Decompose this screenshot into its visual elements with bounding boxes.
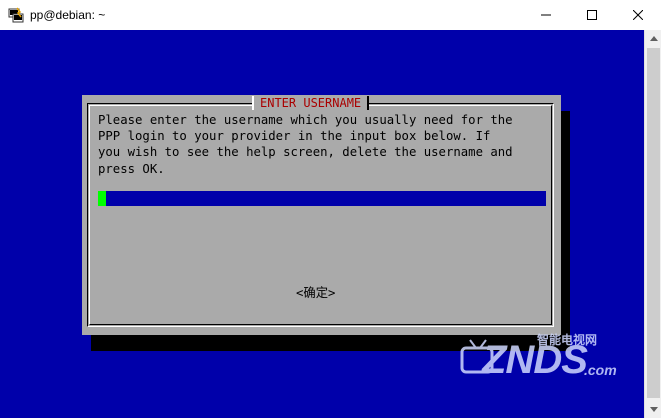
text-cursor xyxy=(98,191,106,206)
scrollbar-thumb[interactable] xyxy=(647,48,660,398)
window-titlebar[interactable]: pp@debian: ~ xyxy=(0,0,661,31)
username-input[interactable] xyxy=(98,191,546,206)
dialog-message: Please enter the username which you usua… xyxy=(98,112,548,177)
message-line: press OK. xyxy=(98,161,165,176)
message-line: you wish to see the help screen, delete … xyxy=(98,145,513,160)
ok-button[interactable]: <确定> xyxy=(296,285,335,301)
close-button[interactable] xyxy=(615,0,661,30)
watermark-suffix: .com xyxy=(584,362,617,378)
message-line: Please enter the username which you usua… xyxy=(98,113,513,127)
watermark: 智能电视网 ZNDS .com xyxy=(452,318,632,388)
minimize-button[interactable] xyxy=(523,0,569,30)
message-line: PPP login to your provider in the input … xyxy=(98,129,491,144)
scroll-up-button[interactable] xyxy=(645,30,661,47)
minimize-icon xyxy=(541,14,551,16)
window-title: pp@debian: ~ xyxy=(30,8,106,22)
chevron-up-icon xyxy=(649,36,658,41)
watermark-brand: ZNDS xyxy=(482,338,588,382)
maximize-icon xyxy=(587,10,597,20)
vertical-scrollbar[interactable] xyxy=(644,30,661,418)
chevron-down-icon xyxy=(649,407,658,412)
putty-icon xyxy=(8,7,24,23)
dialog-title: ENTER USERNAME xyxy=(252,96,370,110)
scroll-down-button[interactable] xyxy=(645,401,661,418)
username-dialog: ENTER USERNAME Please enter the username… xyxy=(82,95,561,335)
close-icon xyxy=(633,10,643,20)
maximize-button[interactable] xyxy=(569,0,615,30)
